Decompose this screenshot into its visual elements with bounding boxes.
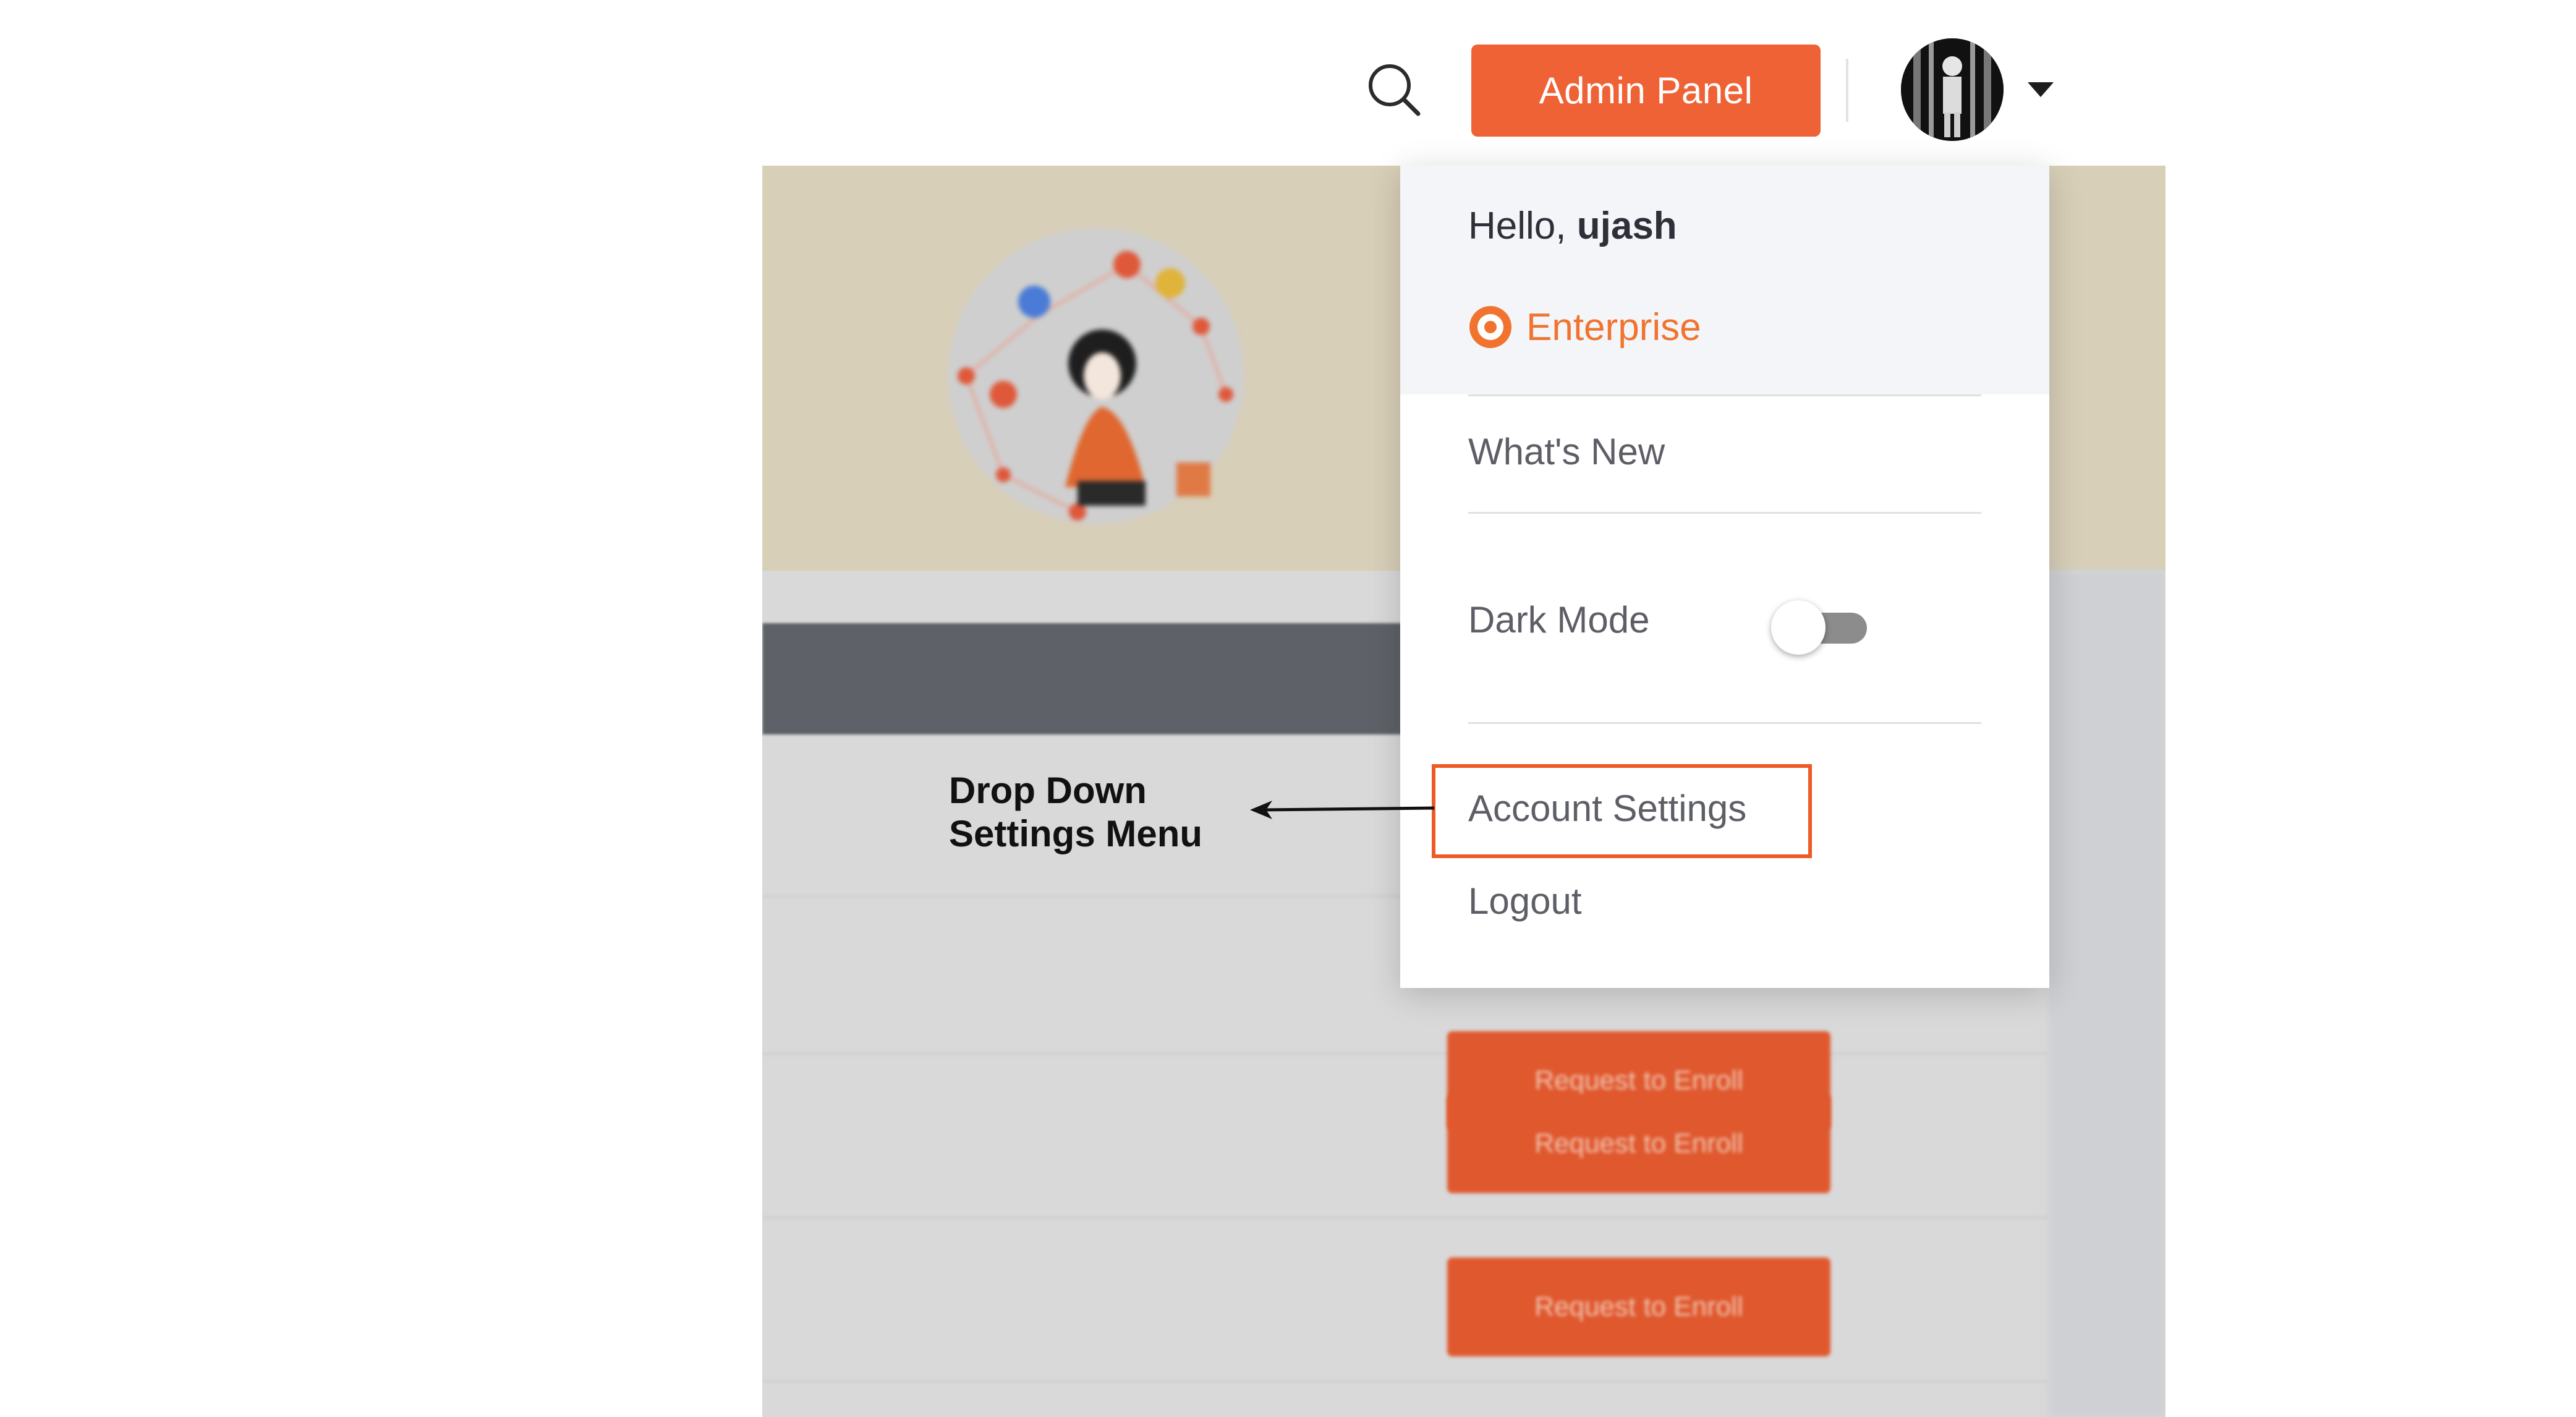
menu-item-account-settings[interactable]: Account Settings [1468, 787, 1746, 830]
menu-item-dark-mode-label: Dark Mode [1468, 599, 1650, 640]
page: Request to Enroll Request to Enroll Requ… [0, 0, 2576, 1417]
dropdown-header: Hello, ujash Enterprise [1400, 166, 2049, 394]
scroll-strip [2048, 571, 2166, 1417]
course-title-bar [762, 623, 1402, 734]
row-divider [762, 1217, 2048, 1219]
search-icon[interactable] [1366, 62, 1422, 117]
plan-label: Enterprise [1526, 305, 1701, 349]
user-avatar[interactable] [1901, 38, 2004, 141]
annotation-callout: Drop Down Settings Menu [949, 769, 1202, 856]
caret-down-icon[interactable] [2028, 82, 2054, 97]
menu-divider [1468, 394, 1981, 396]
menu-item-whats-new[interactable]: What's New [1468, 430, 1665, 473]
banner-illustration [948, 228, 1244, 524]
annotation-line-1: Drop Down [949, 770, 1147, 811]
annotation-arrow [1250, 801, 1435, 819]
enroll-button[interactable]: Request to Enroll [1447, 1094, 1830, 1193]
menu-divider [1468, 722, 1981, 724]
menu-divider [1468, 512, 1981, 514]
toggle-knob [1771, 600, 1826, 655]
dark-mode-toggle[interactable] [1771, 599, 1870, 655]
menu-item-logout[interactable]: Logout [1468, 880, 1582, 922]
admin-panel-button[interactable]: Admin Panel [1471, 45, 1821, 137]
plan-badge: Enterprise [1468, 305, 1701, 349]
enroll-button[interactable]: Request to Enroll [1447, 1257, 1830, 1356]
greeting: Hello, ujash [1468, 204, 1677, 248]
header-divider [1846, 59, 1848, 122]
row-divider [762, 1381, 2048, 1382]
enterprise-badge-icon [1469, 306, 1511, 348]
annotation-line-2: Settings Menu [949, 813, 1203, 854]
username: ujash [1576, 205, 1677, 247]
settings-dropdown-menu: Hello, ujash Enterprise What's New Dark … [1400, 166, 2049, 988]
greeting-prefix: Hello, [1468, 205, 1566, 247]
row-divider [762, 1053, 2048, 1055]
